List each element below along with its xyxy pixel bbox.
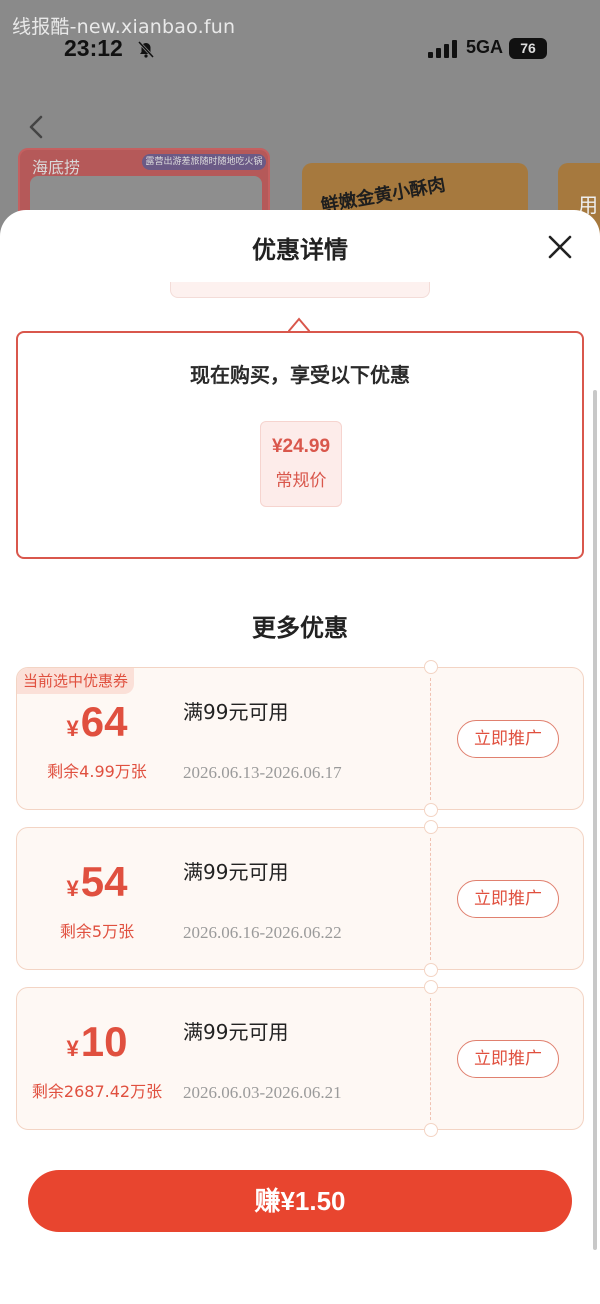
promote-now-button[interactable]: 立即推广	[457, 880, 559, 918]
coupon-value: 54	[80, 858, 128, 905]
coupon-condition: 满99元可用	[183, 700, 289, 724]
coupon-card[interactable]: 当前选中优惠券 ¥64 剩余4.99万张 满99元可用 2026.06.13-2…	[16, 660, 584, 817]
coupon-value: 10	[80, 1018, 128, 1065]
network-type: 5GA	[466, 37, 504, 57]
promote-now-button[interactable]: 立即推广	[457, 720, 559, 758]
chevron-left-icon[interactable]	[26, 114, 48, 140]
watermark: 线报酷-new.xianbao.fun	[12, 16, 236, 38]
regular-price-chip: ¥24.99 常规价	[260, 421, 342, 507]
coupon-condition: 满99元可用	[183, 1020, 289, 1044]
promote-now-button[interactable]: 立即推广	[457, 1040, 559, 1078]
product-tag: 露营出游差旅随时随地吃火锅	[142, 154, 266, 170]
close-icon[interactable]	[545, 232, 575, 262]
coupon-condition: 满99元可用	[183, 860, 289, 884]
coupon-value: 64	[80, 698, 128, 745]
selected-option-peek	[170, 282, 430, 298]
currency-symbol: ¥	[66, 876, 79, 901]
coupon-validity: 2026.06.16-2026.06.22	[183, 923, 342, 942]
coupon-amount: ¥64	[17, 698, 177, 746]
coupon-validity: 2026.06.03-2026.06.21	[183, 1083, 342, 1102]
offer-detail-sheet: 优惠详情 现在购买，享受以下优惠 ¥24.99 常规价 更多优惠 当前选中优惠券…	[0, 210, 600, 1304]
battery-indicator: 76	[509, 38, 547, 59]
coupon-remaining: 剩余5万张	[59, 922, 135, 941]
earn-commission-button[interactable]: 赚¥1.50	[28, 1170, 572, 1232]
currency-symbol: ¥	[66, 1036, 79, 1061]
coupon-amount: ¥10	[17, 1018, 177, 1066]
coupon-card[interactable]: ¥54 剩余5万张 满99元可用 2026.06.16-2026.06.22 立…	[16, 820, 584, 977]
coupon-remaining: 剩余2687.42万张	[31, 1082, 163, 1101]
coupon-remaining: 剩余4.99万张	[47, 762, 147, 781]
regular-price-label: 常规价	[275, 471, 327, 491]
product-brand: 海底捞	[32, 158, 81, 177]
coupon-card[interactable]: ¥10 剩余2687.42万张 满99元可用 2026.06.03-2026.0…	[16, 980, 584, 1137]
scrollbar[interactable]	[593, 390, 597, 1250]
currency-symbol: ¥	[66, 716, 79, 741]
signal-bars-icon	[428, 40, 457, 58]
bell-off-icon	[137, 40, 155, 58]
coupon-amount: ¥54	[17, 858, 177, 906]
offer-heading: 现在购买，享受以下优惠	[190, 363, 410, 387]
status-time: 23:12	[64, 35, 123, 61]
current-offer-box: 现在购买，享受以下优惠 ¥24.99 常规价	[16, 331, 584, 559]
selected-coupon-tag: 当前选中优惠券	[17, 668, 135, 694]
more-offers-title: 更多优惠	[252, 614, 348, 642]
coupon-validity: 2026.06.13-2026.06.17	[183, 763, 342, 782]
regular-price: ¥24.99	[271, 436, 331, 457]
sheet-title: 优惠详情	[252, 236, 348, 264]
